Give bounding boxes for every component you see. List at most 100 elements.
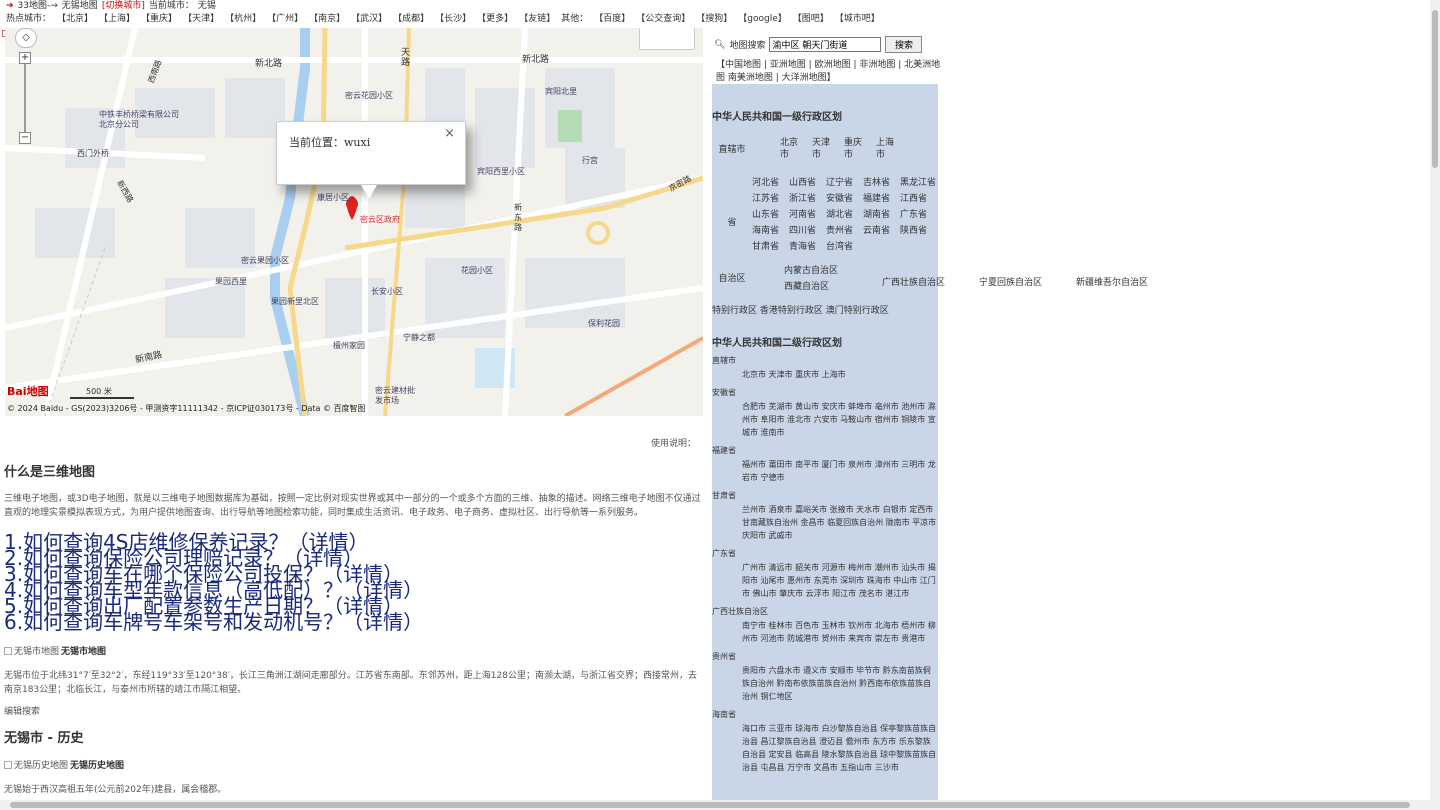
city-link[interactable]: 北京市 (780, 137, 804, 163)
region-link[interactable]: 香港特别行政区 (760, 306, 823, 316)
province-link[interactable]: 河南省 (789, 207, 826, 223)
scroll-thumb[interactable] (10, 802, 1410, 808)
article: 使用说明： 什么是三维地图 三维电子地图，或3D电子地图，就是以三维电子地图数据… (4, 436, 704, 805)
horizontal-scrollbar[interactable] (0, 800, 1430, 810)
province-link[interactable]: 云南省 (863, 223, 900, 239)
region-link[interactable]: 广西壮族自治区 (882, 275, 945, 288)
city-links[interactable]: 福州市 莆田市 南平市 厦门市 泉州市 漳州市 三明市 龙岩市 宁德市 (712, 458, 938, 484)
region-link[interactable]: 新疆维吾尔自治区 (1076, 275, 1148, 288)
province-link[interactable]: 贵州省 (826, 223, 863, 239)
other-link[interactable]: 【城市吧】 (835, 13, 880, 26)
city-links[interactable]: 南宁市 桂林市 百色市 玉林市 钦州市 北海市 梧州市 柳州市 河池市 防城港市… (712, 619, 938, 645)
province-link[interactable]: 山东省 (752, 207, 789, 223)
switch-city-link[interactable]: [切换城市] (102, 0, 145, 13)
scroll-thumb[interactable] (1432, 10, 1438, 168)
poi-label: 宾阳北里 (545, 87, 577, 96)
province-link[interactable]: 黑龙江省 (900, 175, 937, 191)
hot-city-link[interactable]: 【南京】 (309, 13, 345, 26)
vertical-scrollbar[interactable] (1430, 0, 1440, 810)
region-link[interactable]: 宁夏回族自治区 (979, 275, 1042, 288)
hot-city-link[interactable]: 【北京】 (57, 13, 93, 26)
province-link[interactable]: 江苏省 (752, 191, 789, 207)
region-link[interactable]: 内蒙古自治区 (784, 266, 838, 276)
road-label: 新东路 (514, 203, 522, 232)
province-link[interactable]: 福建省 (863, 191, 900, 207)
province-link[interactable]: 辽宁省 (826, 175, 863, 191)
zoom-in-button[interactable]: + (19, 52, 31, 64)
region-link[interactable]: 澳门特别行政区 (826, 306, 889, 316)
continent-link[interactable]: 非洲地图 (859, 60, 895, 70)
city-map-link[interactable]: 无锡地图 (62, 0, 98, 13)
city-links[interactable]: 合肥市 芜湖市 黄山市 安庆市 蚌埠市 亳州市 池州市 滁州市 阜阳市 淮北市 … (712, 400, 938, 439)
edit-link[interactable]: 编辑搜索 (4, 705, 704, 719)
poi-label: 康居小区 (317, 193, 349, 202)
map-type-switch[interactable] (639, 28, 695, 50)
search-input[interactable] (769, 37, 882, 52)
province-link[interactable]: 安徽省 (826, 191, 863, 207)
city-links[interactable]: 贵阳市 六盘水市 遵义市 安顺市 毕节市 黔东南苗族侗族自治州 黔南布依族苗族自… (712, 664, 938, 703)
zoom-out-button[interactable]: − (19, 132, 31, 144)
region-link[interactable]: 西藏自治区 (784, 282, 829, 292)
province-link[interactable]: 江西省 (900, 191, 937, 207)
hot-city-link[interactable]: 【杭州】 (225, 13, 261, 26)
province-link[interactable]: 陕西省 (900, 223, 937, 239)
province-link[interactable]: 台湾省 (826, 239, 863, 255)
back-arrow-icon[interactable]: ➔ (6, 0, 14, 13)
city-link[interactable]: 上海市 (876, 137, 900, 163)
province-link[interactable]: 四川省 (789, 223, 826, 239)
hot-city-link[interactable]: 【武汉】 (351, 13, 387, 26)
hot-city-link[interactable]: 【友链】 (519, 13, 555, 26)
continent-link[interactable]: 大洋洲地图】 (782, 73, 836, 83)
province-link[interactable]: 河北省 (752, 175, 789, 191)
close-icon[interactable]: × (444, 126, 455, 141)
continent-link[interactable]: 欧洲地图 (815, 60, 851, 70)
road-label: 天路 (401, 48, 411, 68)
other-link[interactable]: 【google】 (738, 13, 786, 26)
city-links[interactable]: 广州市 清远市 韶关市 河源市 梅州市 潮州市 汕头市 揭阳市 汕尾市 惠州市 … (712, 561, 938, 600)
province-link[interactable]: 山西省 (789, 175, 826, 191)
other-link[interactable]: 【图吧】 (793, 13, 829, 26)
other-link[interactable]: 【搜狗】 (696, 13, 732, 26)
title-line: ➔ 33地图-→ 无锡地图 [切换城市] 当前城市： 无锡 (6, 0, 1430, 13)
city-links[interactable]: 海口市 三亚市 琼海市 白沙黎族自治县 保亭黎族苗族自治县 昌江黎族自治县 澄迈… (712, 722, 938, 774)
road-label: 新北路 (522, 55, 550, 65)
city-links[interactable]: 北京市 天津市 重庆市 上海市 (712, 368, 938, 381)
city-link[interactable]: 天津市 (812, 137, 836, 163)
poi-label: 果园新里北区 (271, 297, 319, 306)
hot-city-link[interactable]: 【重庆】 (141, 13, 177, 26)
pan-control[interactable]: ◇ (15, 28, 37, 48)
hot-city-link[interactable]: 【广州】 (267, 13, 303, 26)
faq-link[interactable]: 6.如何查询车牌号车架号和发动机号？（详情） (4, 612, 704, 632)
hot-city-link[interactable]: 【更多】 (477, 13, 513, 26)
baidu-logo[interactable]: Bai地图 (7, 383, 49, 399)
province-link[interactable]: 海南省 (752, 223, 789, 239)
other-link[interactable]: 【公交查询】 (636, 13, 690, 26)
other-link[interactable]: 【百度】 (594, 13, 630, 26)
continent-link[interactable]: 南美洲地图 (728, 73, 773, 83)
search-button[interactable]: 搜索 (885, 36, 923, 53)
province-link[interactable]: 青海省 (789, 239, 826, 255)
site-link[interactable]: 33地图-→ (18, 0, 58, 13)
continent-link[interactable]: 【中国地图 (716, 60, 761, 70)
province-link[interactable]: 湖北省 (826, 207, 863, 223)
province-link[interactable]: 湖南省 (863, 207, 900, 223)
poi-label: 宾阳西里小区 (477, 167, 525, 176)
city-link[interactable]: 重庆市 (844, 137, 868, 163)
province-link[interactable]: 广东省 (900, 207, 937, 223)
city-links[interactable]: 兰州市 酒泉市 嘉峪关市 张掖市 天水市 白银市 定西市 甘南藏族自治州 金昌市… (712, 503, 938, 542)
province-link[interactable]: 浙江省 (789, 191, 826, 207)
hot-city-link[interactable]: 【长沙】 (435, 13, 471, 26)
search-icon: 🔍︎ (714, 39, 726, 50)
province-link[interactable]: 甘肃省 (752, 239, 789, 255)
zoom-slider[interactable] (24, 64, 26, 132)
hot-city-link[interactable]: 【成都】 (393, 13, 429, 26)
paragraph: 三维电子地图，或3D电子地图，就是以三维电子地图数据库为基础，按照一定比例对现实… (4, 494, 701, 518)
image-caption: 无锡市地图 (61, 647, 107, 657)
instructions-link[interactable]: 使用说明： (4, 436, 696, 449)
province-link[interactable]: 吉林省 (863, 175, 900, 191)
hot-city-link[interactable]: 【上海】 (99, 13, 135, 26)
hot-city-link[interactable]: 【天津】 (183, 13, 219, 26)
level2-list: 直辖市 北京市 天津市 重庆市 上海市 安徽省 合肥市 芜湖市 黄山市 安庆市 蚌埠市… (712, 355, 938, 774)
map-view[interactable]: 天路 新北路 新北路 密云花园小区 中铁丰桥桥梁有限公司北京分公司 宾阳北里 西… (5, 28, 703, 416)
continent-link[interactable]: 亚洲地图 (770, 60, 806, 70)
